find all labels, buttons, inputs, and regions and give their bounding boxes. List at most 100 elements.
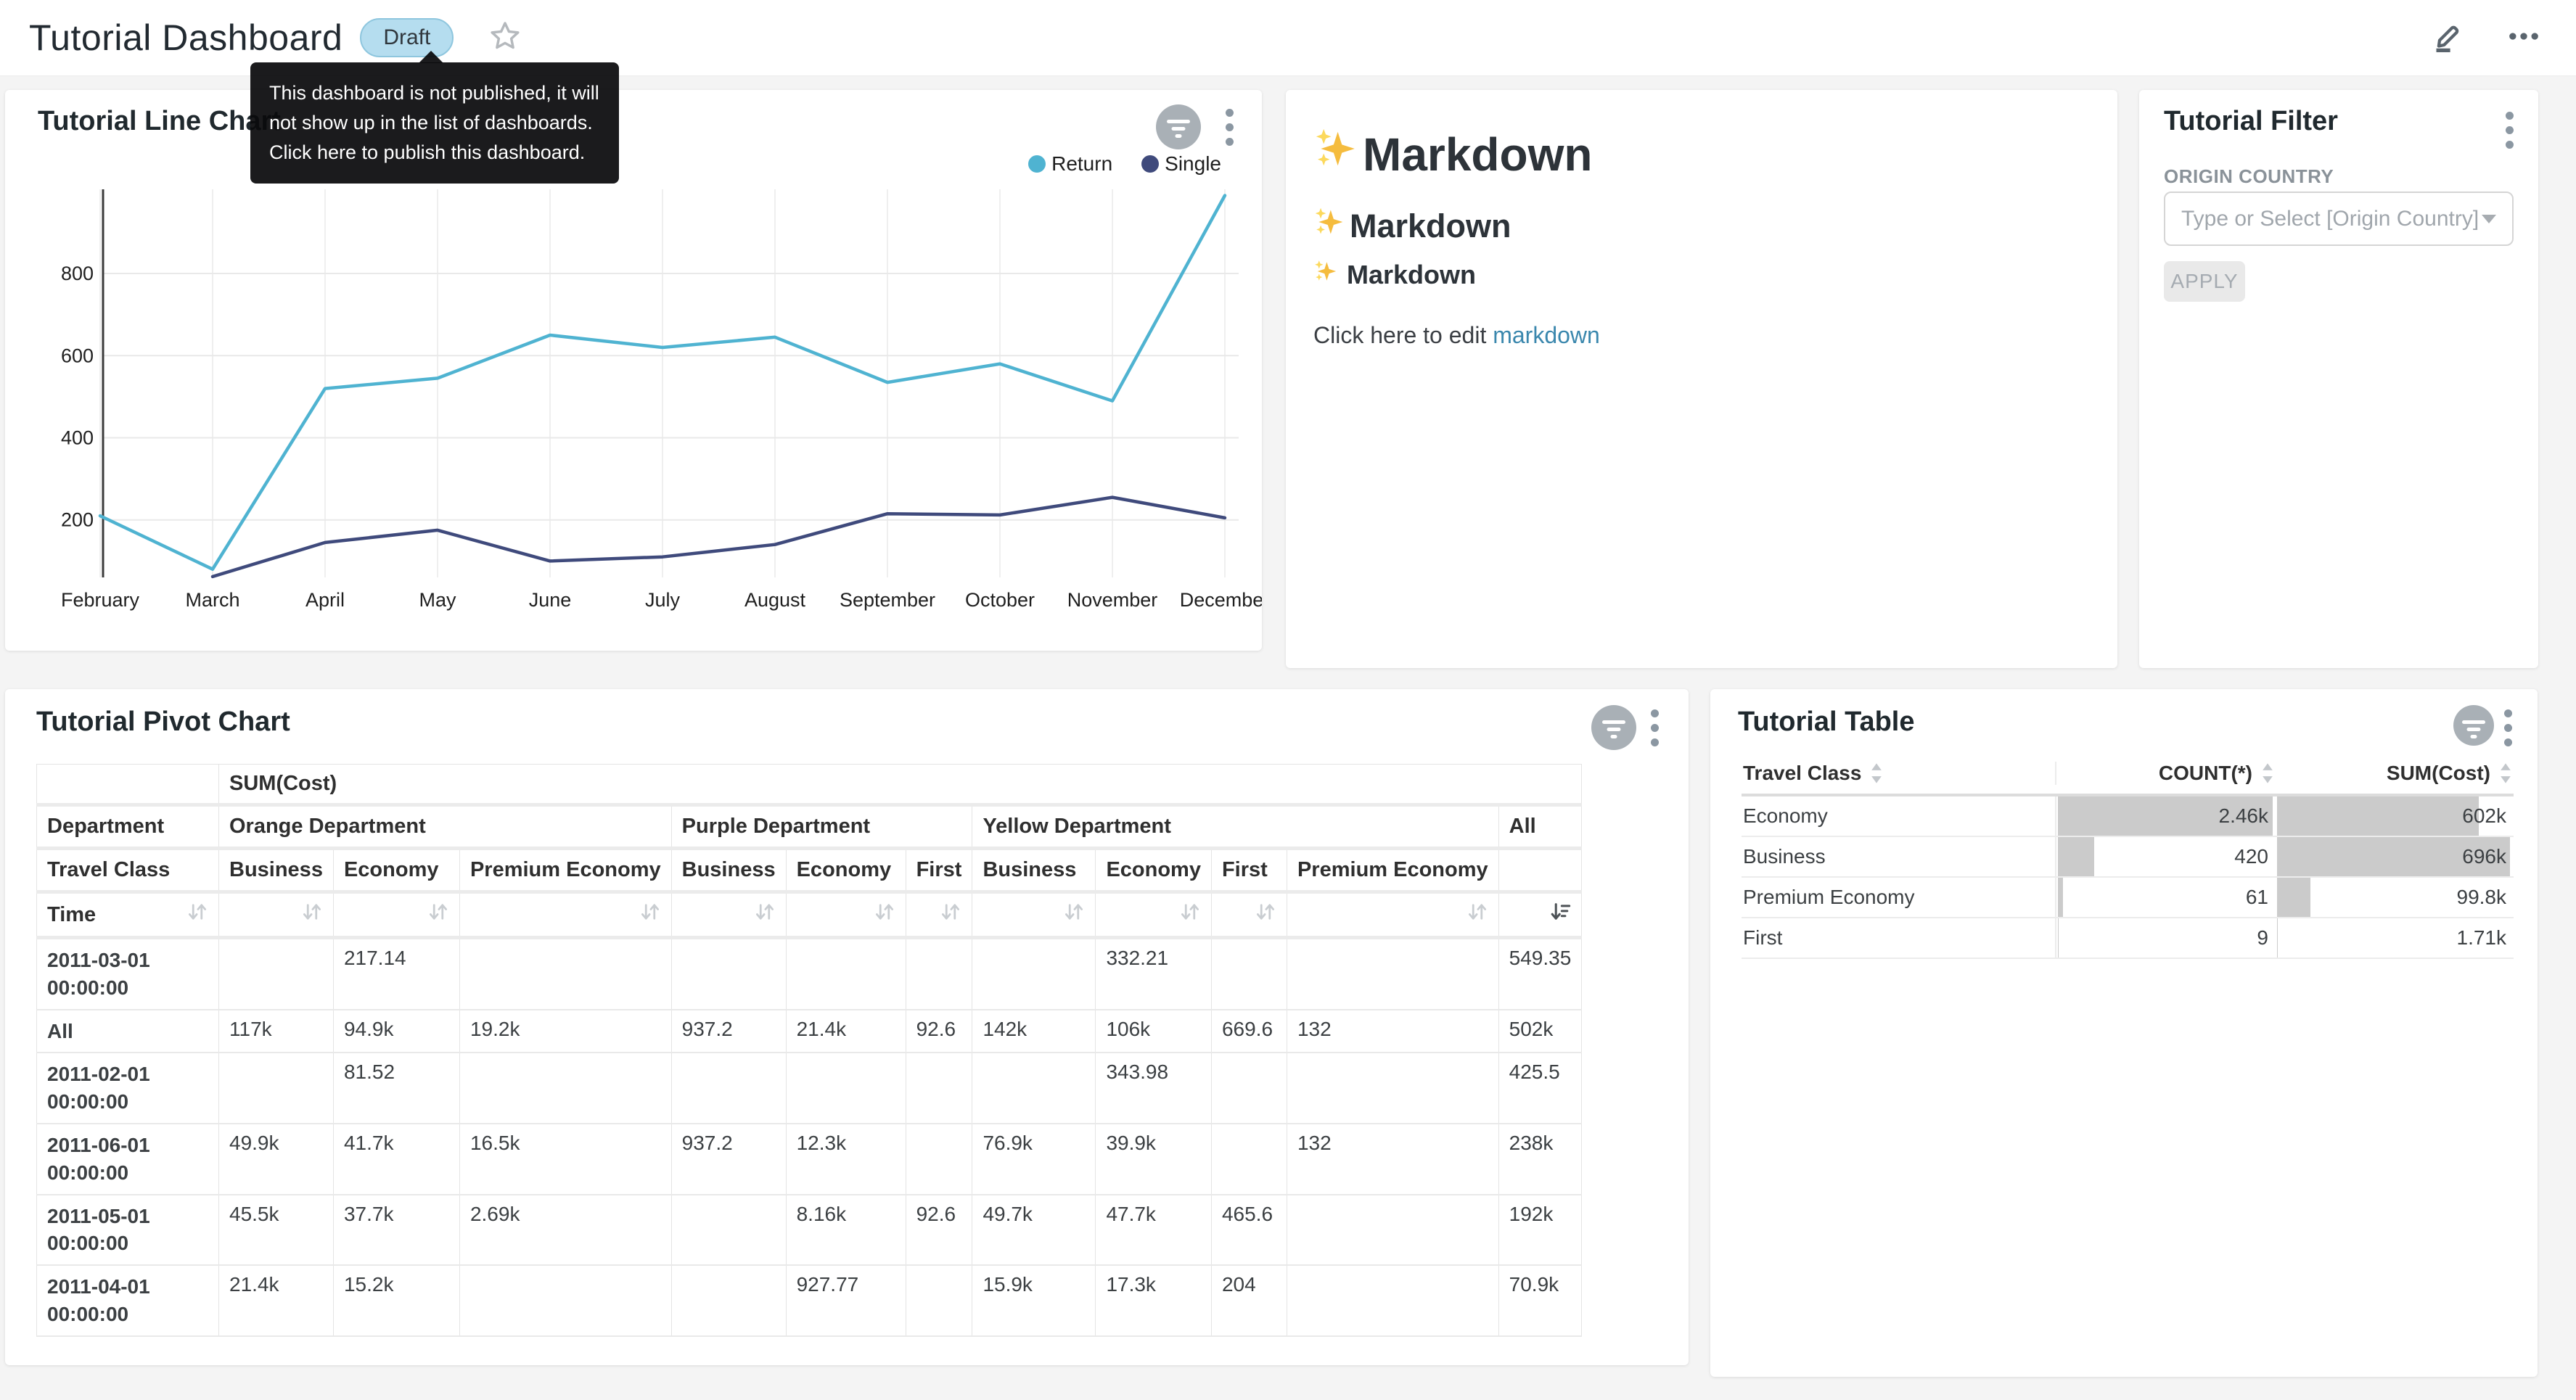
pivot-cell: 81.52 (333, 1053, 459, 1124)
pivot-cell: 70.9k (1498, 1265, 1582, 1336)
filter-scope-icon[interactable] (1156, 104, 1201, 149)
pivot-chart-title: Tutorial Pivot Chart (36, 707, 290, 738)
pivot-cell (906, 1053, 972, 1124)
sort-icon[interactable] (1255, 905, 1276, 928)
apply-button[interactable]: APPLY (2164, 261, 2245, 302)
cell-bar (2058, 837, 2094, 876)
pivot-cell: 21.4k (786, 1010, 906, 1053)
sort-icon[interactable] (1063, 905, 1085, 928)
sort-icon[interactable] (186, 901, 208, 928)
pivot-column-header: Premium Economy (459, 849, 671, 892)
table-cell-travel-class: Business (1742, 837, 2056, 876)
pivot-corner-blank (37, 765, 219, 805)
pivot-sort-header (219, 892, 334, 938)
kebab-menu-icon[interactable] (1226, 109, 1234, 146)
markdown-h1: Markdown (1313, 126, 1592, 182)
pivot-cell (1287, 1053, 1498, 1124)
kebab-menu-icon[interactable] (1651, 709, 1659, 746)
pivot-cell (219, 1053, 334, 1124)
sort-icon[interactable] (301, 905, 323, 928)
pivot-table: SUM(Cost)DepartmentOrange DepartmentPurp… (36, 764, 1582, 1337)
x-tick-label: June (529, 589, 572, 611)
pivot-cell: 2.69k (459, 1195, 671, 1266)
sort-icon[interactable] (639, 905, 661, 928)
pivot-group-header: All (1498, 805, 1582, 849)
ellipsis-menu-icon[interactable] (2503, 16, 2544, 60)
origin-country-select[interactable]: Type or Select [Origin Country] (2164, 192, 2514, 246)
filter-scope-icon[interactable] (1591, 705, 1636, 750)
pivot-row-label: 2011-02-0100:00:00 (37, 1053, 219, 1124)
pivot-cell: 76.9k (972, 1124, 1096, 1195)
x-tick-label: February (61, 589, 140, 611)
pivot-cell (459, 1265, 671, 1336)
table-cell-sum-cost: 602k (2276, 796, 2514, 836)
pivot-cell: 937.2 (671, 1124, 786, 1195)
line-chart-card: Tutorial Line Chart ReturnSingle 2004006… (5, 90, 1262, 651)
pivot-cell: 502k (1498, 1010, 1582, 1053)
table-cell-travel-class: Economy (1742, 796, 2056, 836)
pivot-column-header: Economy (1096, 849, 1212, 892)
table-cell-travel-class: First (1742, 918, 2056, 958)
pivot-metric-header: SUM(Cost) (219, 765, 1582, 805)
x-tick-label: November (1067, 589, 1158, 611)
pivot-cell: 217.14 (333, 938, 459, 1010)
filter-scope-icon[interactable] (2453, 705, 2494, 746)
sort-icon-active[interactable] (1549, 905, 1571, 928)
column-header-travel-class[interactable]: Travel Class (1743, 762, 1884, 785)
pivot-cell: 204 (1211, 1265, 1287, 1336)
x-tick-label: May (419, 589, 456, 611)
pivot-cell (1287, 1195, 1498, 1266)
pivot-cell: 12.3k (786, 1124, 906, 1195)
pivot-cell: 669.6 (1211, 1010, 1287, 1053)
pivot-row: 2011-04-0100:00:0021.4k15.2k927.7715.9k1… (37, 1265, 1582, 1336)
markdown-edit-link[interactable]: markdown (1493, 322, 1600, 348)
favorite-star-icon[interactable] (488, 20, 522, 57)
table-card: Tutorial Table Travel Class COUNT(*) SUM(C… (1710, 689, 2538, 1377)
pivot-row: 2011-06-0100:00:0049.9k41.7k16.5k937.212… (37, 1124, 1582, 1195)
column-header-count[interactable]: COUNT(*) (2159, 762, 2276, 785)
header-actions (2427, 0, 2544, 75)
pivot-cell: 343.98 (1096, 1053, 1212, 1124)
pivot-sort-header (1096, 892, 1212, 938)
pivot-cell: 192k (1498, 1195, 1582, 1266)
pivot-cell (671, 1265, 786, 1336)
pivot-group-header: Orange Department (219, 805, 672, 849)
table-cell-count: 2.46k (2056, 796, 2276, 836)
page-title: Tutorial Dashboard (29, 17, 342, 59)
pivot-column-header: Economy (333, 849, 459, 892)
kebab-menu-icon[interactable] (2506, 112, 2514, 149)
table-cell-travel-class: Premium Economy (1742, 878, 2056, 917)
markdown-card: Markdown Markdown Markdown Click here to… (1286, 90, 2117, 668)
pivot-sort-header (1498, 892, 1582, 938)
table-row: Business420696k (1742, 837, 2514, 878)
pivot-cell: 142k (972, 1010, 1096, 1053)
pivot-cell: 927.77 (786, 1265, 906, 1336)
pivot-cell (671, 1053, 786, 1124)
cell-bar (2277, 796, 2479, 836)
sparkles-icon (1313, 126, 1358, 182)
table-row: First91.71k (1742, 918, 2514, 959)
table-row: Premium Economy6199.8k (1742, 878, 2514, 918)
pivot-cell (972, 1053, 1096, 1124)
pivot-row-label: 2011-05-0100:00:00 (37, 1195, 219, 1266)
pivot-row-label: All (37, 1010, 219, 1053)
sort-icon[interactable] (940, 905, 961, 928)
pivot-cell (1287, 938, 1498, 1010)
cell-bar (2277, 918, 2278, 958)
line-chart-canvas[interactable]: 200400600800FebruaryMarchAprilMayJuneJul… (5, 171, 1262, 650)
data-table: Travel Class COUNT(*) SUM(Cost) Economy2.46… (1742, 753, 2514, 959)
edit-pencil-icon[interactable] (2427, 17, 2466, 59)
sort-icon[interactable] (1179, 905, 1201, 928)
pivot-cell: 92.6 (906, 1195, 972, 1266)
pivot-cell: 106k (1096, 1010, 1212, 1053)
sort-icon[interactable] (1467, 905, 1488, 928)
publish-tooltip: This dashboard is not published, it will… (250, 62, 619, 184)
sort-icon[interactable] (427, 905, 449, 928)
kebab-menu-icon[interactable] (2504, 709, 2512, 746)
column-header-sum-cost[interactable]: SUM(Cost) (2387, 762, 2514, 785)
y-tick-label: 600 (61, 345, 94, 366)
pivot-sort-header (1287, 892, 1498, 938)
sort-icon[interactable] (874, 905, 895, 928)
table-card-title: Tutorial Table (1738, 707, 1915, 738)
sort-icon[interactable] (754, 905, 776, 928)
